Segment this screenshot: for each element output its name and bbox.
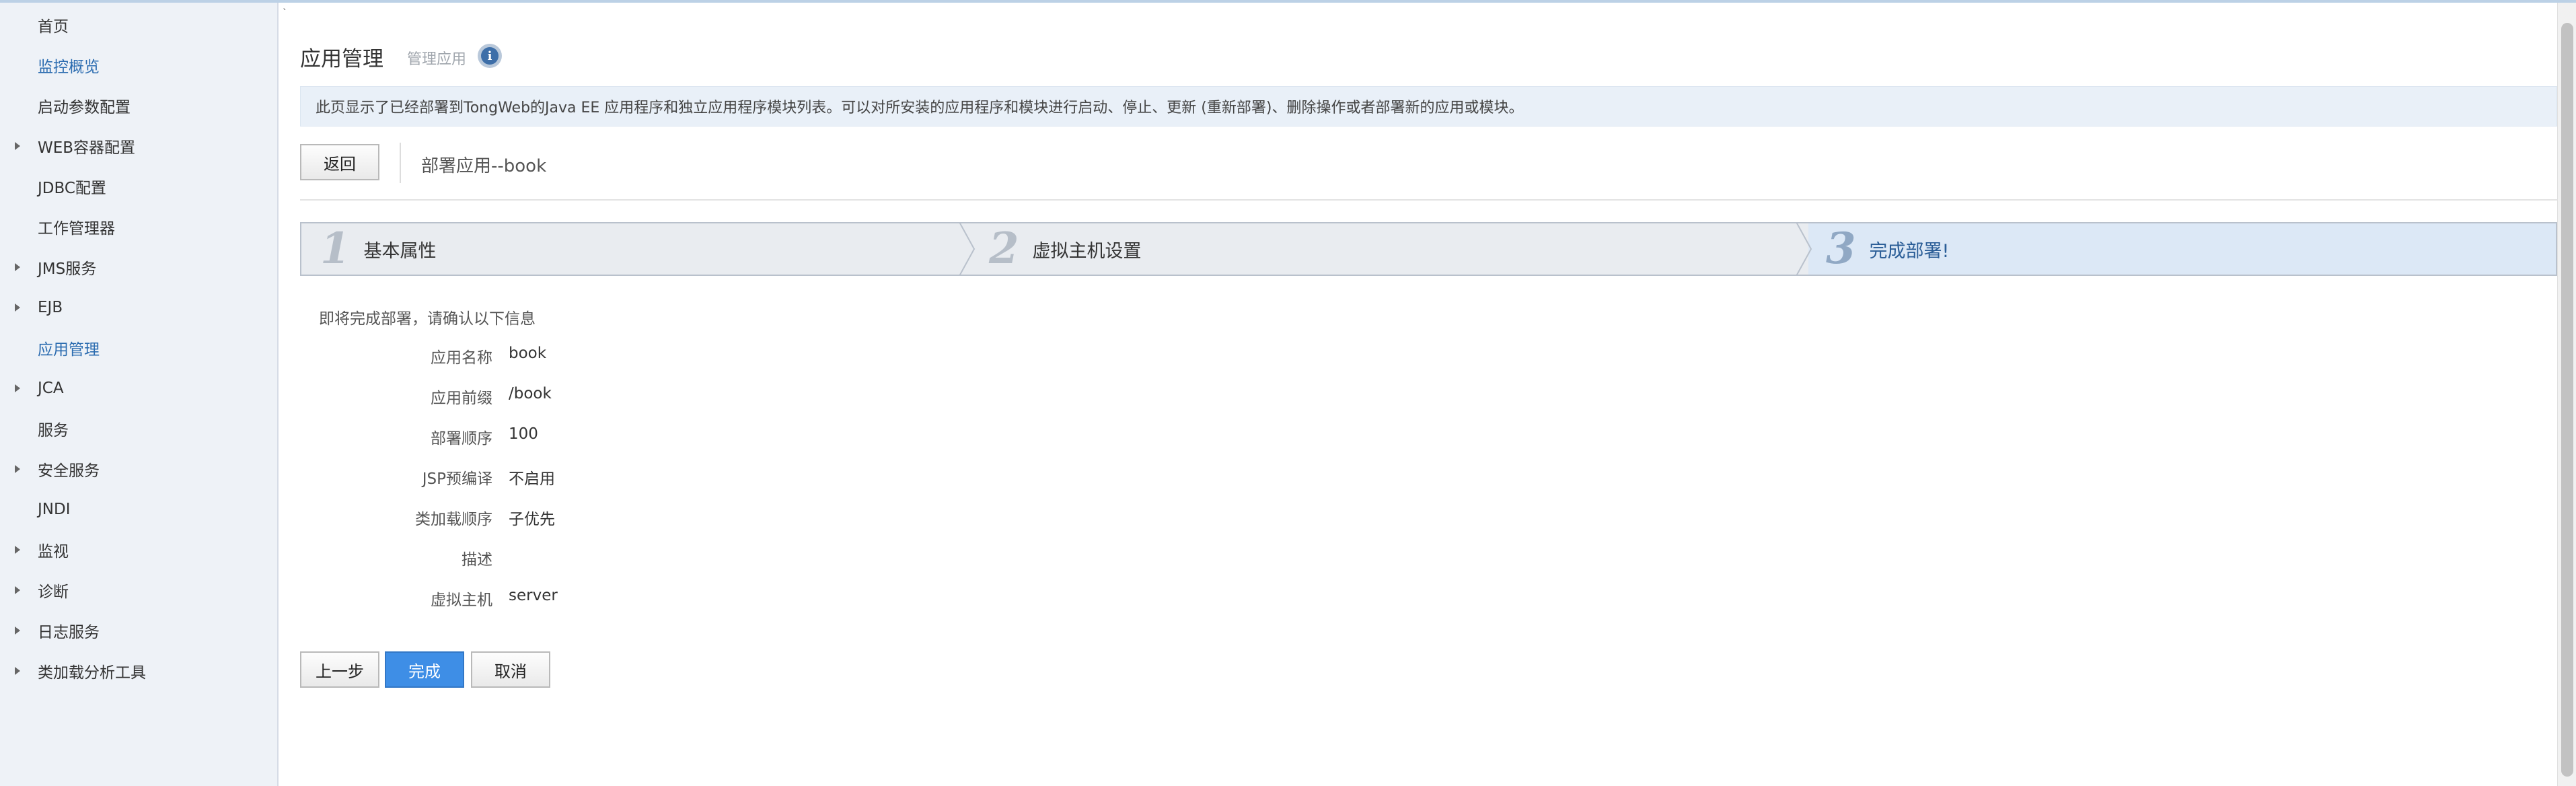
caret-right-icon [15,586,20,594]
vertical-scrollbar[interactable] [2557,3,2576,786]
sidebar-item-label: 服务 [38,422,69,439]
confirm-row: JSP预编译 不启用 [280,466,1087,493]
sidebar-item-jca[interactable]: JCA [0,369,277,408]
sidebar-item-label: JNDI [38,501,71,518]
deploy-title: 部署应用--book [421,156,547,176]
sidebar-item-label: 日志服务 [38,624,100,641]
main-content: ` 应用管理 管理应用 i 此页显示了已经部署到TongWeb的Java EE … [280,3,2557,786]
confirm-row: 虚拟主机 server [280,587,1087,614]
step-separator-icon [1796,222,1812,276]
sidebar-item-security[interactable]: 安全服务 [0,450,277,489]
sidebar-item-ejb[interactable]: EJB [0,288,277,327]
field-value: /book [509,385,552,402]
step-separator-icon [959,222,976,276]
sidebar-item-label: JDBC配置 [38,180,106,197]
sidebar-item-label: JCA [38,380,64,397]
sidebar-item-jdbc[interactable]: JDBC配置 [0,167,277,206]
info-icon-glyph: i [481,47,499,65]
confirm-row: 应用前缀 /book [280,385,1087,412]
field-value: 100 [509,425,538,443]
sidebar-item-monitoring[interactable]: 监视 [0,530,277,569]
cancel-button[interactable]: 取消 [471,651,550,688]
field-label: JSP预编译 [422,470,492,488]
sidebar-item-label: 监视 [38,543,69,561]
field-label: 类加载顺序 [415,511,492,528]
sidebar-item-jndi[interactable]: JNDI [0,490,277,529]
field-value: server [509,587,558,604]
sidebar-nav: 首页 监控概览 启动参数配置 WEB容器配置 JDBC配置 工作管理器 JMS服… [0,3,279,786]
sidebar-item-classloader-tool[interactable]: 类加载分析工具 [0,651,277,690]
sidebar-item-label: 启动参数配置 [38,99,131,116]
caret-right-icon [15,142,20,150]
sidebar-item-label: 安全服务 [38,462,100,480]
field-label: 虚拟主机 [431,592,492,609]
description-bar: 此页显示了已经部署到TongWeb的Java EE 应用程序和独立应用程序模块列… [300,86,2557,127]
confirm-row: 描述 [280,546,1087,573]
finish-button[interactable]: 完成 [385,651,464,688]
field-value: 不启用 [509,470,555,488]
step-label: 基本属性 [363,240,437,262]
page-subtitle: 管理应用 [407,51,467,68]
description-text: 此页显示了已经部署到TongWeb的Java EE 应用程序和独立应用程序模块列… [316,100,1524,116]
sidebar-item-label: 监控概览 [38,59,100,76]
sidebar-item-web-container[interactable]: WEB容器配置 [0,127,277,166]
sidebar-item-label: 首页 [38,18,69,36]
previous-step-button[interactable]: 上一步 [300,651,379,688]
caret-right-icon [15,667,20,675]
confirm-row: 部署顺序 100 [280,425,1087,452]
field-label: 部署顺序 [431,430,492,448]
stray-mark: ` [283,8,287,19]
field-value: 子优先 [509,511,555,528]
info-icon[interactable]: i [478,44,502,68]
step-label: 完成部署! [1869,240,1950,262]
sidebar-item-services[interactable]: 服务 [0,409,277,448]
scrollbar-thumb[interactable] [2561,23,2573,777]
caret-right-icon [15,627,20,635]
step-number: 1 [320,223,351,274]
section-divider [300,199,2557,201]
sidebar-item-monitor-overview[interactable]: 监控概览 [0,46,277,85]
page-title: 应用管理 [300,47,383,71]
step-3: 3 完成部署! [1826,223,1949,275]
confirm-row: 应用名称 book [280,345,1087,371]
caret-right-icon [15,303,20,312]
toolbar-divider [400,143,401,183]
step-1: 1 基本属性 [320,223,437,275]
sidebar-item-home[interactable]: 首页 [0,5,277,44]
sidebar-item-jms[interactable]: JMS服务 [0,248,277,287]
step-label: 虚拟主机设置 [1032,240,1142,262]
caret-right-icon [15,546,20,554]
sidebar-item-work-manager[interactable]: 工作管理器 [0,207,277,246]
step-2: 2 虚拟主机设置 [989,223,1142,275]
sidebar-item-app-management[interactable]: 应用管理 [0,328,277,367]
caret-right-icon [15,263,20,271]
field-label: 描述 [462,551,492,569]
sidebar-item-label: 应用管理 [38,341,100,359]
field-label: 应用前缀 [431,390,492,407]
field-value: book [509,345,547,362]
back-button[interactable]: 返回 [300,144,379,180]
caret-right-icon [15,465,20,473]
sidebar-item-log-service[interactable]: 日志服务 [0,611,277,650]
sidebar-item-label: EJB [38,299,63,316]
step-wizard: 1 基本属性 2 虚拟主机设置 3 完成部署! [300,222,2557,276]
step-number: 2 [989,223,1019,274]
sidebar-item-label: 诊断 [38,583,69,601]
confirm-row: 类加载顺序 子优先 [280,506,1087,533]
sidebar-item-label: 工作管理器 [38,220,115,238]
field-label: 应用名称 [431,349,492,367]
sidebar-item-label: 类加载分析工具 [38,664,146,682]
sidebar-item-label: JMS服务 [38,260,97,278]
caret-right-icon [15,384,20,392]
sidebar-item-label: WEB容器配置 [38,139,136,157]
confirm-intro: 即将完成部署，请确认以下信息 [319,310,536,328]
sidebar-item-diagnostics[interactable]: 诊断 [0,571,277,610]
step-number: 3 [1826,223,1856,274]
sidebar-item-startup-params[interactable]: 启动参数配置 [0,86,277,125]
